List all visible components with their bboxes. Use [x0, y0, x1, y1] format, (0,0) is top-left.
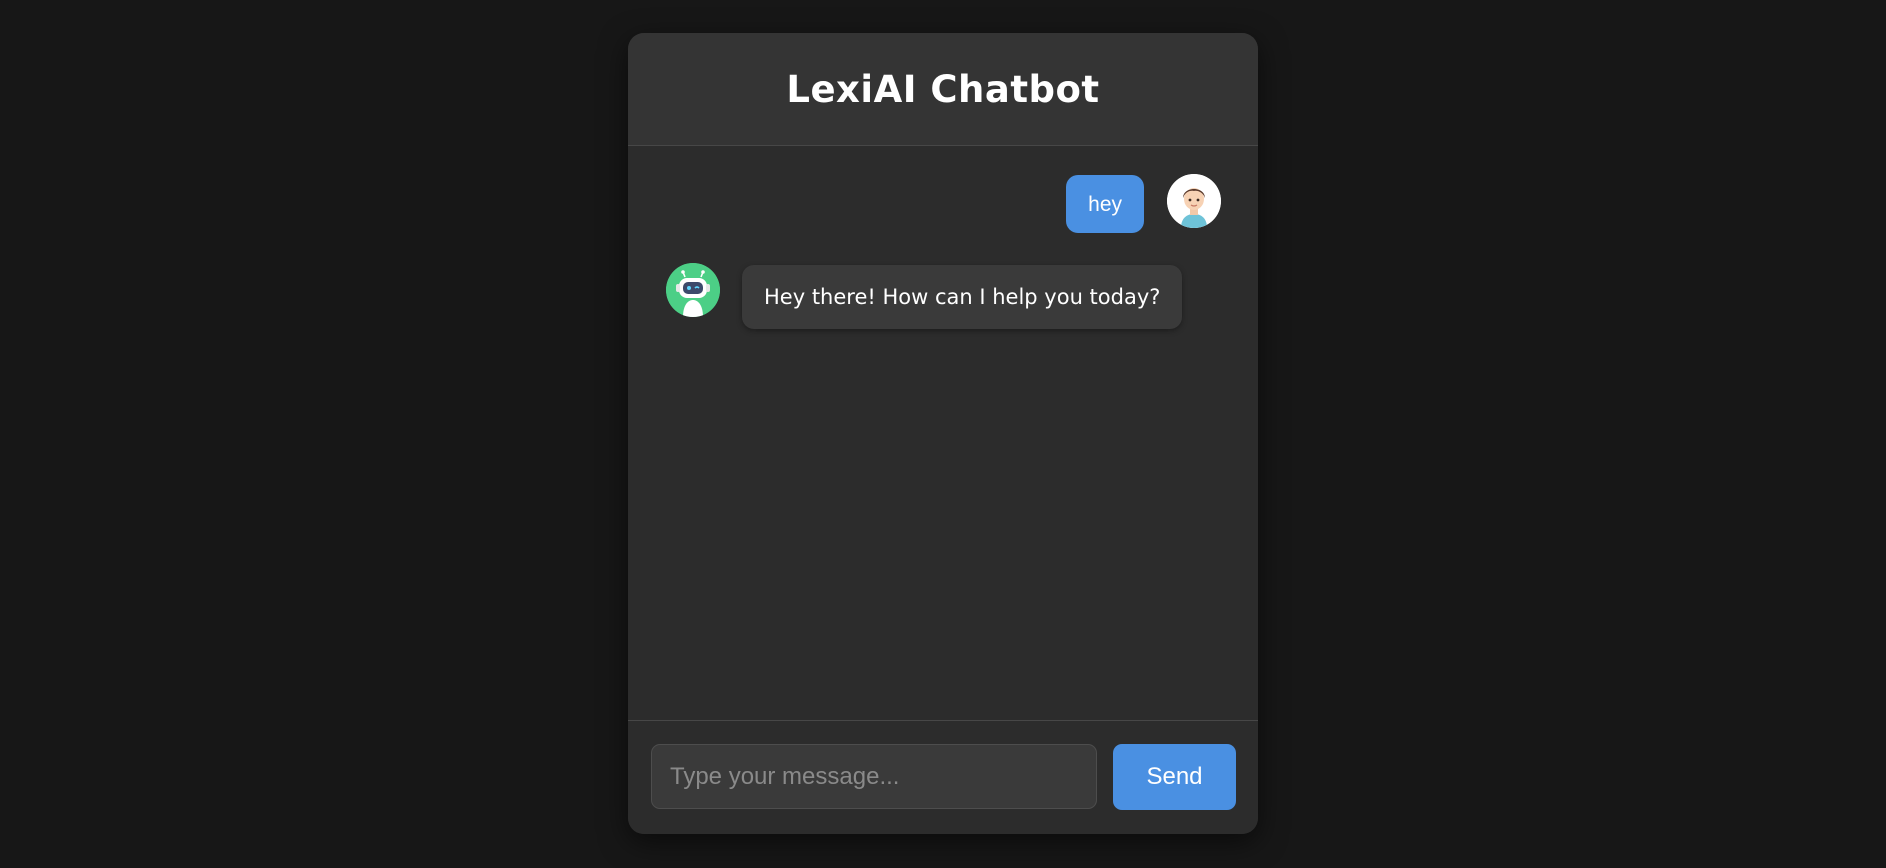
chat-window: LexiAI Chatbot hey Hey there! How can I …	[628, 33, 1258, 834]
bot-message: Hey there! How can I help you today?	[666, 263, 1183, 329]
robot-icon	[666, 263, 720, 317]
bot-message-bubble: Hey there! How can I help you today?	[742, 265, 1183, 329]
message-input[interactable]	[651, 744, 1097, 809]
message-list[interactable]: hey Hey there! How can I help you today?	[628, 146, 1258, 720]
page-title: LexiAI Chatbot	[786, 67, 1100, 111]
user-avatar-icon	[1167, 174, 1221, 228]
chat-header: LexiAI Chatbot	[628, 33, 1258, 146]
user-message-bubble: hey	[1066, 175, 1144, 233]
send-button[interactable]: Send	[1113, 744, 1236, 810]
user-message: hey	[1066, 174, 1221, 233]
composer: Send	[628, 720, 1258, 834]
